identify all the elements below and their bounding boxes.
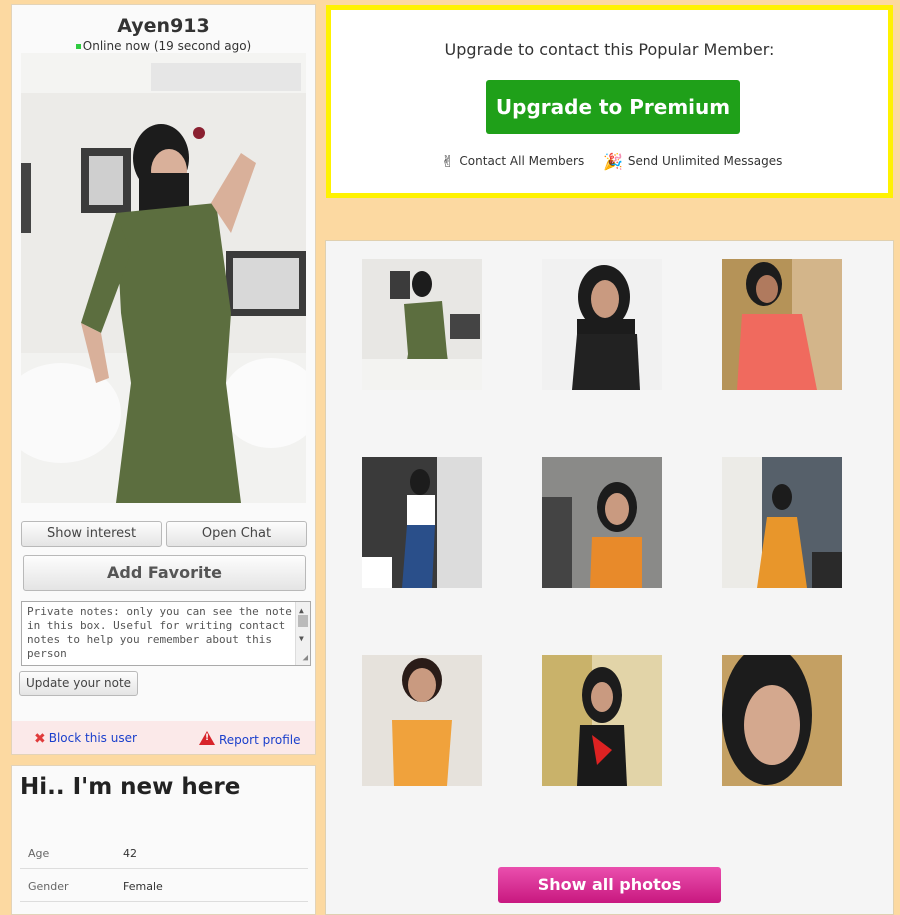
main-photo-image (21, 53, 306, 503)
info-value: Female (123, 880, 163, 893)
photo-gallery: Show all photos (325, 240, 894, 915)
photo-image (722, 259, 842, 390)
block-user-link[interactable]: ✖ Block this user (34, 731, 137, 747)
profile-username: Ayen913 (117, 15, 210, 37)
report-profile-link[interactable]: ! Report profile (199, 731, 301, 747)
online-status-text: Online now (19 second ago) (82, 39, 252, 53)
gallery-photo[interactable] (542, 457, 662, 588)
photo-image (362, 655, 482, 786)
hand-peace-icon: ✌ (441, 152, 455, 171)
about-heading: Hi.. I'm new here (20, 774, 241, 800)
resize-grip-icon[interactable]: ◢ (303, 651, 308, 665)
info-value: 42 (123, 847, 137, 860)
online-status: Online now (19 second ago) (12, 39, 315, 53)
scroll-thumb[interactable] (298, 615, 308, 627)
party-popper-icon: 🎉 (603, 152, 623, 171)
photo-image (722, 655, 842, 786)
feature-contact-label: Contact All Members (459, 154, 585, 168)
gallery-photo[interactable] (362, 259, 482, 390)
info-key: Gender (28, 880, 69, 893)
feature-messages-label: Send Unlimited Messages (627, 154, 783, 168)
info-row-age: Age 42 (20, 836, 308, 869)
show-all-photos-button[interactable]: Show all photos (498, 867, 721, 903)
photo-image (722, 457, 842, 588)
notes-placeholder-text: Private notes: only you can see the note… (27, 605, 292, 660)
gallery-photo[interactable] (362, 655, 482, 786)
upgrade-panel: Upgrade to contact this Popular Member: … (326, 5, 893, 198)
show-interest-button[interactable]: Show interest (21, 521, 162, 547)
info-key: Age (28, 847, 50, 860)
update-note-button[interactable]: Update your note (19, 671, 138, 696)
gallery-photo[interactable] (542, 655, 662, 786)
photo-image (362, 259, 482, 390)
scroll-down-icon[interactable]: ▼ (299, 632, 304, 646)
report-profile-label: Report profile (219, 733, 301, 747)
add-favorite-button[interactable]: Add Favorite (23, 555, 306, 591)
private-notes-textarea[interactable]: Private notes: only you can see the note… (21, 601, 311, 666)
gallery-photo[interactable] (722, 259, 842, 390)
feature-unlimited-messages: 🎉 Send Unlimited Messages (603, 152, 782, 171)
gallery-photo[interactable] (362, 457, 482, 588)
block-user-label: Block this user (48, 731, 137, 745)
photo-image (542, 655, 662, 786)
feature-contact-all: ✌ Contact All Members (441, 152, 584, 171)
open-chat-button[interactable]: Open Chat (166, 521, 307, 547)
gallery-photo[interactable] (722, 655, 842, 786)
about-card: Hi.. I'm new here Age 42 Gender Female (11, 765, 316, 915)
upgrade-premium-button[interactable]: Upgrade to Premium (486, 80, 740, 134)
moderation-bar: ✖ Block this user ! Report profile (12, 721, 315, 754)
photo-image (542, 457, 662, 588)
profile-card: Ayen913 Online now (19 second ago) Show … (11, 4, 316, 755)
online-dot-icon (75, 44, 81, 49)
photo-image (542, 259, 662, 390)
info-row-gender: Gender Female (20, 869, 308, 902)
upgrade-prompt: Upgrade to contact this Popular Member: (444, 40, 775, 59)
main-profile-photo[interactable] (21, 53, 306, 503)
warning-icon: ! (199, 731, 215, 745)
block-x-icon: ✖ (34, 731, 46, 747)
gallery-photo[interactable] (722, 457, 842, 588)
gallery-photo[interactable] (542, 259, 662, 390)
photo-image (362, 457, 482, 588)
